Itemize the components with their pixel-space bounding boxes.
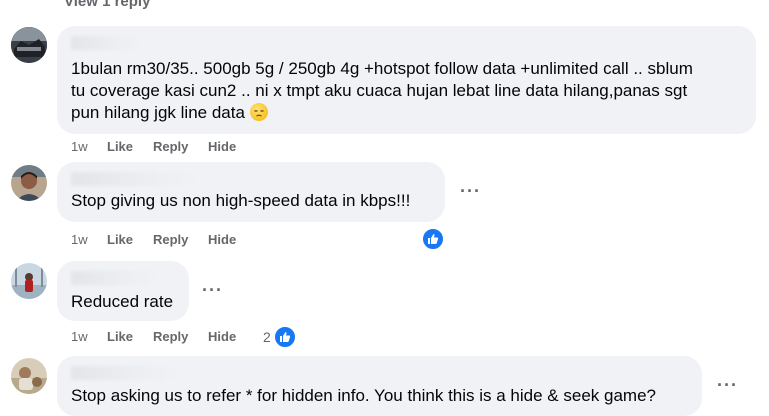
- avatar-image: [11, 165, 47, 201]
- avatar-image: [11, 27, 47, 63]
- comment-text: Stop asking us to refer * for hidden inf…: [71, 386, 656, 405]
- like-button[interactable]: Like: [107, 329, 133, 345]
- thumbs-up-icon[interactable]: [273, 325, 297, 349]
- timestamp[interactable]: 1w: [71, 232, 88, 248]
- avatar-image: [11, 358, 47, 394]
- more-options-icon[interactable]: ···: [717, 376, 738, 394]
- reply-button[interactable]: Reply: [153, 329, 188, 345]
- avatar-image: [11, 263, 47, 299]
- comment-bubble: Stop giving us non high-speed data in kb…: [57, 162, 445, 222]
- hide-button[interactable]: Hide: [208, 329, 236, 345]
- view-replies-link[interactable]: View 1 reply: [64, 0, 150, 12]
- reply-button[interactable]: Reply: [153, 232, 188, 248]
- comment-bubble: Stop asking us to refer * for hidden inf…: [57, 356, 702, 416]
- pensive-face-icon: [249, 103, 268, 121]
- timestamp[interactable]: 1w: [71, 139, 88, 155]
- author-name-redacted[interactable]: [71, 36, 145, 50]
- like-button[interactable]: Like: [107, 232, 133, 248]
- comment-text: Reduced rate: [71, 292, 174, 311]
- more-options-icon[interactable]: ···: [202, 281, 223, 299]
- like-button[interactable]: Like: [107, 139, 133, 155]
- comment-text: 1bulan rm30/35.. 500gb 5g / 250gb 4g +ho…: [71, 59, 693, 122]
- reaction-count[interactable]: 2: [263, 329, 271, 345]
- timestamp[interactable]: 1w: [71, 329, 88, 345]
- author-name-redacted[interactable]: [71, 366, 181, 380]
- author-name-redacted[interactable]: [71, 172, 201, 186]
- comment-text: Stop giving us non high-speed data in kb…: [71, 191, 411, 210]
- avatar[interactable]: [11, 263, 47, 299]
- reply-button[interactable]: Reply: [153, 139, 188, 155]
- comment-bubble: 1bulan rm30/35.. 500gb 5g / 250gb 4g +ho…: [57, 26, 756, 134]
- more-options-icon[interactable]: ···: [460, 182, 481, 200]
- avatar[interactable]: [11, 358, 47, 394]
- hide-button[interactable]: Hide: [208, 232, 236, 248]
- author-name-redacted[interactable]: [71, 271, 161, 285]
- comment-actions: 1w Like Reply Hide: [71, 139, 271, 155]
- thumbs-up-icon[interactable]: [421, 227, 445, 251]
- comment-actions: 1w Like Reply Hide: [71, 232, 271, 248]
- avatar[interactable]: [11, 165, 47, 201]
- avatar[interactable]: [11, 27, 47, 63]
- comment-bubble: Reduced rate: [57, 261, 189, 321]
- hide-button[interactable]: Hide: [208, 139, 236, 155]
